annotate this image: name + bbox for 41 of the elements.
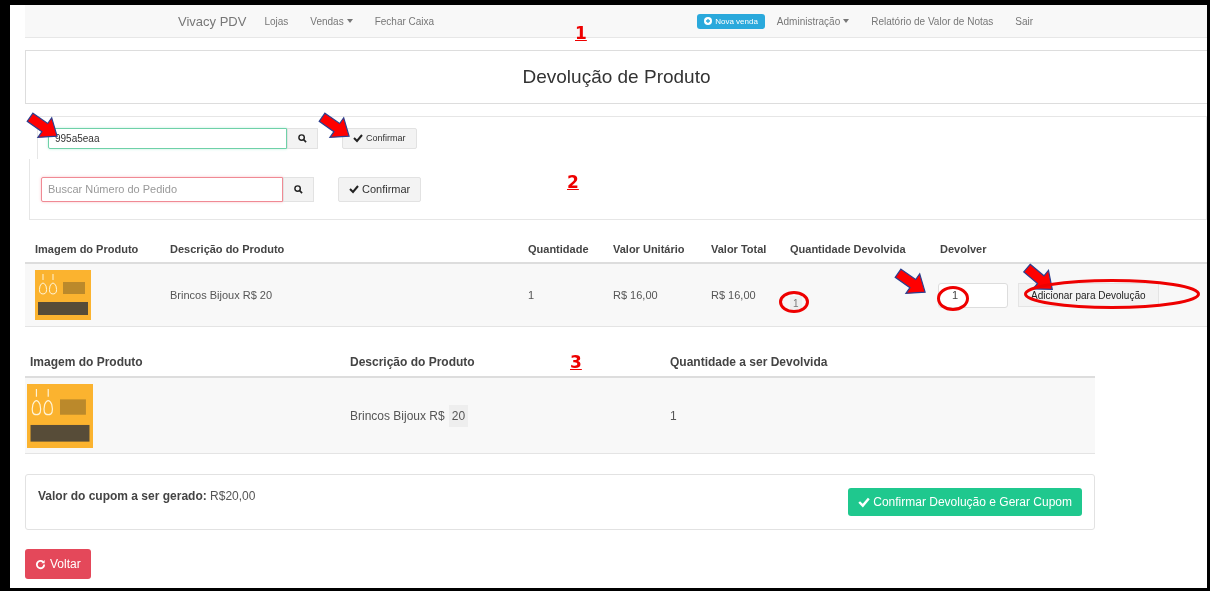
coupon-value: Valor do cupom a ser gerado: R$20,00 — [38, 489, 256, 503]
confirm-button[interactable]: Confirmar — [338, 176, 422, 202]
refresh-icon — [35, 558, 46, 570]
back-button[interactable]: Voltar — [25, 549, 91, 579]
nav-dropdown[interactable]: Administração — [776, 15, 850, 27]
check-icon — [858, 496, 871, 508]
plus-circle-icon — [704, 17, 713, 25]
table-cell: R$ 16,00 — [701, 264, 780, 327]
nav-dropdown[interactable]: Vendas — [310, 15, 353, 27]
table-cell: Brincos Bijoux R$ 20 — [160, 264, 518, 327]
table-cell: 20 — [448, 404, 469, 427]
search-icon — [298, 133, 307, 143]
nav-link[interactable]: Relatório de Valor de Notas — [871, 15, 994, 27]
new-sale-button[interactable]: Nova venda — [697, 13, 765, 29]
search-button[interactable] — [287, 127, 318, 149]
annotation-circle — [937, 286, 969, 311]
table-cell: 1 — [518, 264, 603, 327]
page-title: Devolução de Produto — [25, 50, 1207, 104]
order-search-field[interactable]: Buscar Número do Pedido — [41, 176, 283, 202]
nav-link[interactable]: Lojas — [264, 15, 289, 27]
caret-icon — [843, 19, 850, 23]
product-image — [27, 383, 93, 448]
nav-link[interactable]: Sair — [1015, 15, 1034, 27]
annotation-circle — [779, 291, 809, 313]
order-search-field[interactable]: 995a5eaa — [48, 127, 287, 149]
check-icon — [353, 133, 363, 143]
product-image — [35, 270, 91, 320]
annotation-number: 1 — [575, 23, 587, 43]
brand[interactable]: Vivacy PDV — [178, 13, 247, 29]
caret-icon — [346, 19, 353, 23]
returned-quantity: 1 — [790, 295, 802, 311]
table-cell: R$ 16,00 — [603, 264, 701, 327]
table-cell: Brincos Bijoux R$ — [350, 408, 445, 423]
search-icon — [294, 184, 303, 194]
nav-link[interactable]: Fechar Caixa — [374, 15, 435, 27]
table-cell: 1 — [665, 378, 1095, 454]
search-button[interactable] — [283, 176, 314, 202]
annotation-number: 2 — [567, 172, 579, 192]
confirm-button[interactable]: Confirmar — [342, 127, 417, 149]
check-icon — [349, 184, 359, 194]
annotation-number: 3 — [570, 352, 582, 372]
